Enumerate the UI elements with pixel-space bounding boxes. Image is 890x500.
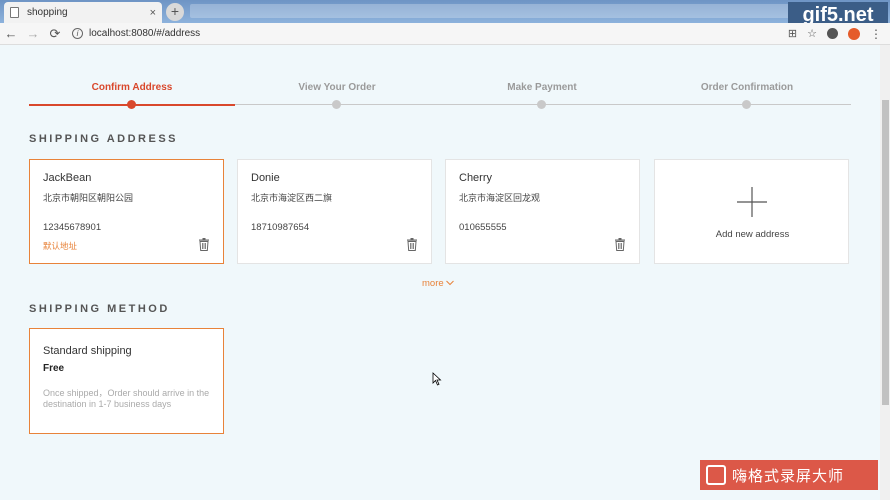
new-tab-button[interactable]: + [166, 3, 184, 21]
step-dot [742, 100, 751, 109]
address-phone: 18710987654 [251, 222, 310, 233]
step-label: Order Confirmation [700, 82, 794, 93]
star-icon[interactable]: ☆ [807, 27, 817, 40]
address-name: JackBean [43, 172, 92, 184]
recorder-logo-icon [706, 465, 726, 485]
watermark-text: 嗨格式录屏大师 [732, 467, 845, 485]
browser-toolbar: ← → ⟳ i localhost:8080/#/address ⊞ ☆ ⋮ [0, 23, 890, 45]
default-address-badge: 默认地址 [43, 241, 78, 251]
address-street: 北京市海淀区回龙观 [459, 193, 541, 203]
step-dot [537, 100, 546, 109]
address-phone: 12345678901 [43, 222, 102, 233]
back-button[interactable]: ← [0, 26, 22, 41]
menu-icon[interactable]: ⋮ [870, 27, 882, 41]
checkout-progress: Confirm Address View Your Order Make Pay… [29, 80, 851, 110]
page-icon [10, 7, 19, 18]
url-text[interactable]: localhost:8080/#/address [89, 28, 200, 39]
watermark-recorder: 嗨格式录屏大师 [700, 460, 878, 490]
page-scrollbar[interactable] [880, 45, 890, 500]
profile-icon[interactable] [827, 28, 838, 39]
step-dot [332, 100, 341, 109]
tab-title: shopping [27, 7, 68, 18]
address-bar[interactable]: i localhost:8080/#/address [72, 25, 788, 43]
mouse-cursor-icon [432, 372, 442, 386]
step-label: Confirm Address [91, 82, 173, 93]
address-street: 北京市朝阳区朝阳公园 [43, 193, 134, 203]
add-new-address-label: Add new address [715, 229, 790, 240]
step-make-payment: Make Payment [439, 80, 645, 109]
address-card-cherry[interactable]: Cherry 北京市海淀区回龙观 010655555 [445, 159, 640, 264]
step-view-order: View Your Order [234, 80, 440, 109]
address-card-donie[interactable]: Donie 北京市海淀区西二旗 18710987654 [237, 159, 432, 264]
shipping-method-name: Standard shipping [43, 345, 132, 357]
step-label: Make Payment [507, 82, 577, 93]
address-name: Donie [251, 172, 280, 184]
shipping-address-title: SHIPPING ADDRESS [29, 133, 179, 145]
trash-icon[interactable] [614, 238, 626, 251]
tab-close-icon[interactable]: × [150, 7, 156, 19]
more-addresses-link[interactable]: more [422, 278, 455, 289]
address-phone: 010655555 [459, 222, 507, 233]
plus-icon [737, 187, 767, 217]
scrollbar-thumb[interactable] [882, 100, 889, 405]
shipping-method-description: Once shipped，Order should arrive in the … [43, 388, 210, 409]
shipping-method-card[interactable]: Standard shipping Free Once shipped，Orde… [29, 328, 224, 434]
trash-icon[interactable] [198, 238, 210, 251]
address-card-jackbean[interactable]: JackBean 北京市朝阳区朝阳公园 12345678901 默认地址 [29, 159, 224, 264]
address-name: Cherry [459, 172, 493, 184]
step-label: View Your Order [298, 82, 376, 93]
extension-icon[interactable] [848, 27, 860, 40]
shipping-method-title: SHIPPING METHOD [29, 303, 170, 315]
reload-button[interactable]: ⟳ [44, 26, 66, 42]
forward-button[interactable]: → [22, 26, 44, 41]
browser-tab[interactable]: shopping × [4, 2, 162, 23]
add-new-address-card[interactable]: Add new address [654, 159, 849, 264]
blurred-bookmarks [190, 4, 790, 18]
browser-tab-strip: shopping × + gif5.net [0, 0, 890, 28]
more-label: more [422, 278, 444, 289]
step-dot [127, 100, 136, 109]
address-street: 北京市海淀区西二旗 [251, 193, 333, 203]
trash-icon[interactable] [406, 238, 418, 251]
info-icon[interactable]: i [72, 28, 83, 39]
translate-icon[interactable]: ⊞ [788, 27, 797, 40]
step-order-confirmation: Order Confirmation [644, 80, 850, 109]
step-confirm-address: Confirm Address [29, 80, 235, 109]
chevron-down-icon [446, 280, 455, 286]
shipping-method-price: Free [43, 363, 65, 374]
